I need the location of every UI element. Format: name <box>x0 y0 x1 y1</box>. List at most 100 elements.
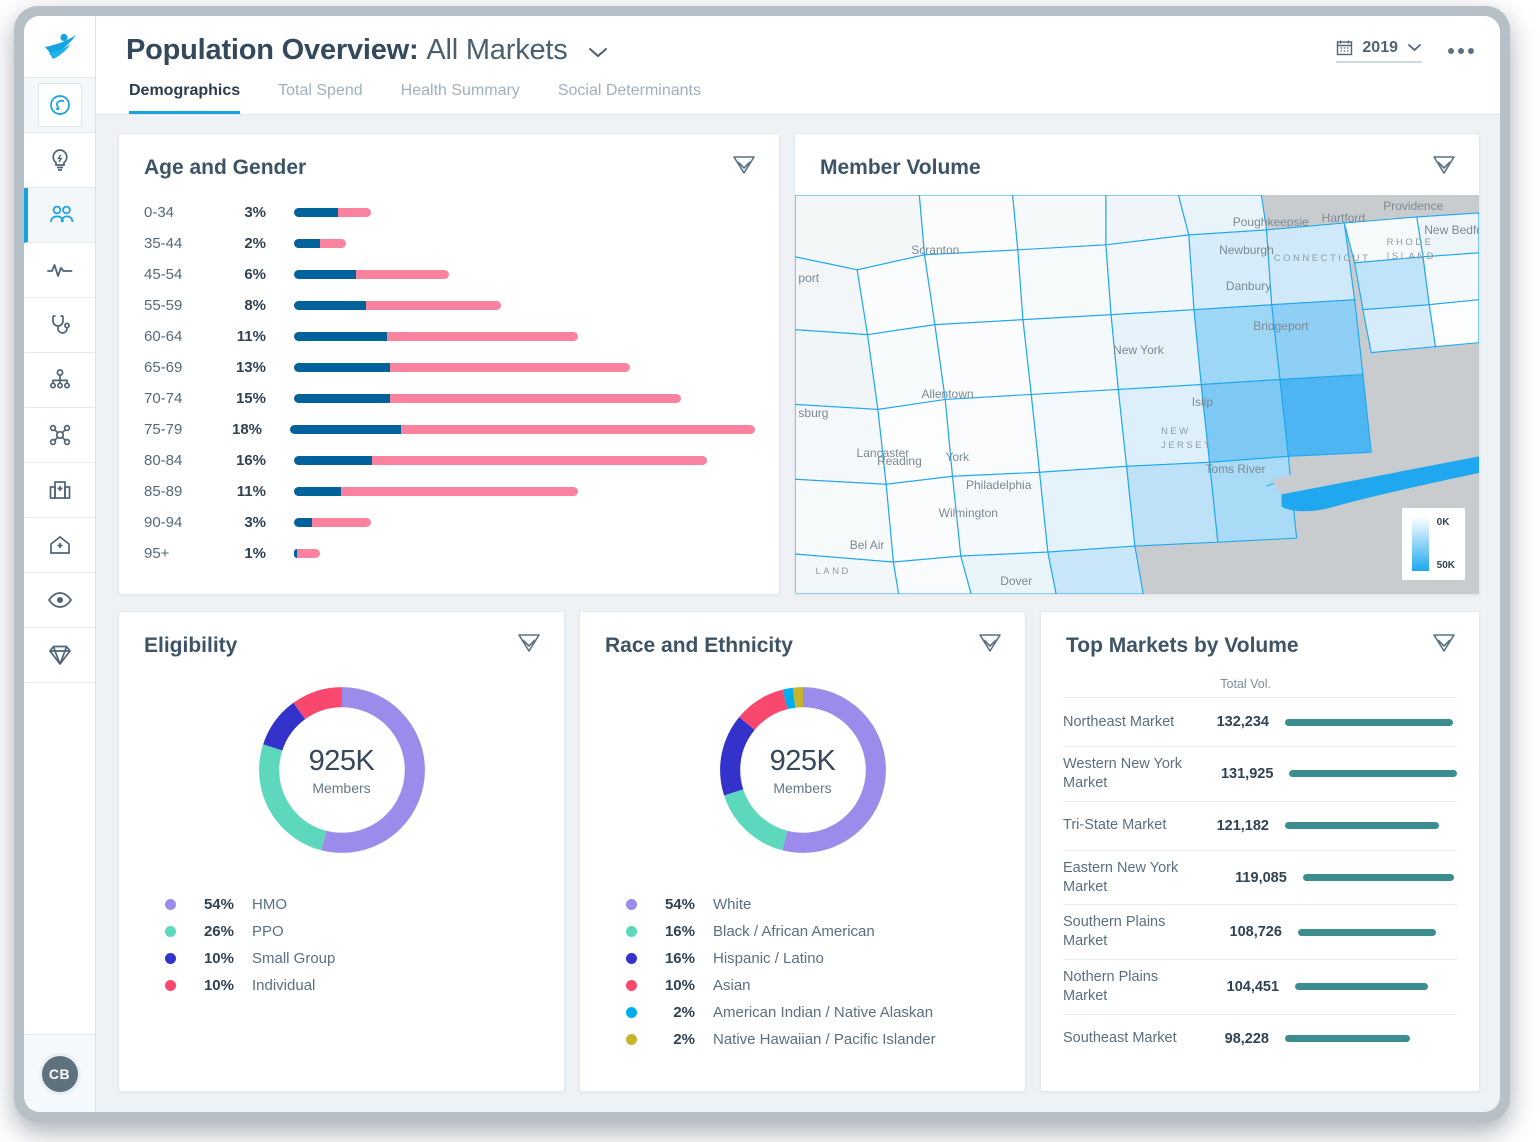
calendar-icon <box>1336 39 1353 56</box>
market-bar <box>1285 719 1453 726</box>
sidebar-item-insights[interactable] <box>24 133 95 188</box>
map-legend: 0K 50K <box>1402 508 1465 580</box>
legend-item[interactable]: 2%American Indian / Native Alaskan <box>626 999 1005 1026</box>
tab-social-determinants[interactable]: Social Determinants <box>558 82 701 114</box>
year-filter[interactable]: 2019 <box>1336 39 1422 63</box>
lightbulb-icon <box>49 148 71 172</box>
age-bar[interactable] <box>294 332 578 341</box>
sidebar-item-activity[interactable] <box>24 243 95 298</box>
age-bar[interactable] <box>294 239 346 248</box>
choropleth-map[interactable]: Poughkeepsie Newburgh Hartford Providenc… <box>795 195 1479 594</box>
table-header-row: Total Vol. <box>1063 673 1457 697</box>
age-bar[interactable] <box>294 487 578 496</box>
company-logo-icon <box>43 33 77 61</box>
legend-percent: 10% <box>649 977 695 994</box>
donut-total-label: Members <box>773 780 831 796</box>
sidebar-item-strategy[interactable] <box>24 78 95 133</box>
tab-total-spend[interactable]: Total Spend <box>278 82 363 114</box>
legend-item[interactable]: 54%HMO <box>165 891 544 918</box>
market-bar <box>1298 929 1436 936</box>
female-segment <box>366 301 500 310</box>
sidebar-item-population[interactable] <box>24 188 95 243</box>
avatar[interactable]: CB <box>39 1053 81 1095</box>
male-segment <box>290 425 401 434</box>
donut-chart[interactable]: 925K Members <box>249 677 435 863</box>
market-bar <box>1285 822 1439 829</box>
table-row[interactable]: Northeast Market132,234 <box>1063 697 1457 746</box>
chevron-down-icon[interactable] <box>587 34 609 66</box>
age-bar[interactable] <box>294 456 707 465</box>
user-avatar-cell[interactable]: CB <box>24 1034 95 1112</box>
app-logo[interactable] <box>24 16 95 78</box>
card-header: Member Volume <box>795 134 1479 195</box>
people-icon <box>49 204 75 226</box>
legend-item[interactable]: 10%Small Group <box>165 945 544 972</box>
legend-item[interactable]: 2%Native Hawaiian / Pacific Islander <box>626 1026 1005 1053</box>
collapse-chevrons-icon[interactable] <box>1431 154 1457 181</box>
tab-bar: Demographics Total Spend Health Summary … <box>126 82 1474 114</box>
female-segment <box>372 456 708 465</box>
sidebar-item-value[interactable] <box>24 628 95 683</box>
legend-label: Black / African American <box>713 923 875 940</box>
age-percent-label: 3% <box>214 204 266 221</box>
legend-color-dot <box>626 980 637 991</box>
collapse-chevrons-icon[interactable] <box>1431 632 1457 659</box>
table-row[interactable]: Southeast Market98,228 <box>1063 1014 1457 1063</box>
kebab-menu-icon[interactable] <box>1448 48 1474 54</box>
market-volume: 119,085 <box>1210 870 1287 886</box>
legend-color-dot <box>626 1007 637 1018</box>
sidebar-item-monitoring[interactable] <box>24 573 95 628</box>
market-bar-track <box>1285 822 1457 829</box>
legend-item[interactable]: 10%Individual <box>165 972 544 999</box>
sidebar-item-clinical[interactable] <box>24 298 95 353</box>
collapse-chevrons-icon[interactable] <box>977 632 1003 659</box>
age-bar[interactable] <box>294 549 320 558</box>
sidebar-item-network[interactable] <box>24 408 95 463</box>
table-row[interactable]: Eastern New York Market119,085 <box>1063 850 1457 905</box>
collapse-chevrons-icon[interactable] <box>516 632 542 659</box>
table-row[interactable]: Tri-State Market121,182 <box>1063 801 1457 850</box>
table-row[interactable]: Southern Plains Market108,726 <box>1063 904 1457 959</box>
sidebar-item-facilities[interactable] <box>24 463 95 518</box>
legend-item[interactable]: 54%White <box>626 891 1005 918</box>
table-row[interactable]: Western New York Market131,925 <box>1063 746 1457 801</box>
legend-min: 0K <box>1437 517 1455 528</box>
topbar-controls: 2019 <box>1336 39 1474 63</box>
legend-percent: 54% <box>188 896 234 913</box>
legend-item[interactable]: 26%PPO <box>165 918 544 945</box>
age-band-label: 55-59 <box>144 297 214 314</box>
female-segment <box>390 394 682 403</box>
market-volume: 132,234 <box>1183 714 1269 730</box>
legend-item[interactable]: 10% Asian <box>626 972 1005 999</box>
age-bar[interactable] <box>294 301 501 310</box>
age-bar[interactable] <box>294 208 372 217</box>
org-chart-icon <box>48 368 72 392</box>
female-segment <box>341 487 579 496</box>
legend-percent: 2% <box>649 1031 695 1048</box>
age-band-label: 95+ <box>144 545 214 562</box>
legend-label: Asian <box>713 977 751 994</box>
age-bar[interactable] <box>290 425 755 434</box>
age-bar[interactable] <box>294 518 372 527</box>
market-volume: 131,925 <box>1202 766 1273 782</box>
market-volume: 104,451 <box>1198 979 1279 995</box>
sidebar-item-hierarchy[interactable] <box>24 353 95 408</box>
table-row[interactable]: Nothern Plains Market104,451 <box>1063 959 1457 1014</box>
age-bar[interactable] <box>294 363 630 372</box>
collapse-chevrons-icon[interactable] <box>731 154 757 181</box>
age-bar[interactable] <box>294 394 682 403</box>
sidebar-item-home-care[interactable] <box>24 518 95 573</box>
tab-demographics[interactable]: Demographics <box>129 82 240 114</box>
card-header: Age and Gender <box>119 134 779 195</box>
legend-item[interactable]: 16%Hispanic / Latino <box>626 945 1005 972</box>
female-segment <box>338 208 372 217</box>
legend-item[interactable]: 16%Black / African American <box>626 918 1005 945</box>
card-member-volume: Member Volume <box>794 133 1480 595</box>
market-volume: 98,228 <box>1183 1031 1269 1047</box>
page-title-bold: Population Overview: <box>126 34 419 66</box>
tab-health-summary[interactable]: Health Summary <box>401 82 520 114</box>
age-bar[interactable] <box>294 270 449 279</box>
donut-chart[interactable]: 925K Members <box>710 677 896 863</box>
market-name: Western New York Market <box>1063 755 1202 793</box>
age-percent-label: 15% <box>214 390 266 407</box>
